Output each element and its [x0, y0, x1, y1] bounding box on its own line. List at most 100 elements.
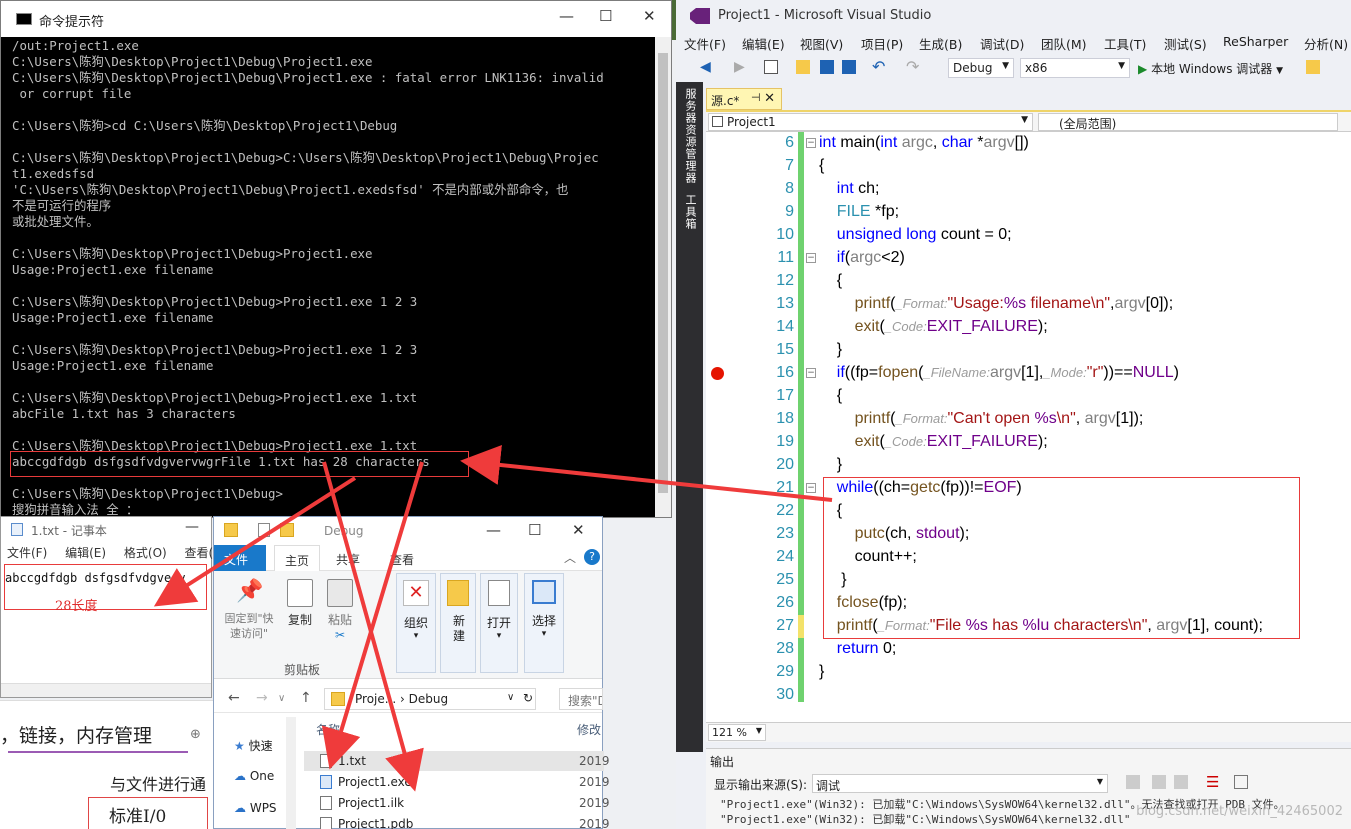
- save-icon[interactable]: [820, 60, 834, 74]
- vs-titlebar[interactable]: Project1 - Microsoft Visual Studio: [676, 0, 1351, 32]
- organize-group[interactable]: ✕ 组织 ▾: [396, 573, 436, 673]
- minimize-icon[interactable]: —: [559, 7, 574, 25]
- output-source-dropdown[interactable]: 调试 ▼: [812, 774, 1108, 793]
- collapse-ribbon-icon[interactable]: ︿: [564, 549, 576, 566]
- paste-button[interactable]: 粘贴 ✂: [320, 579, 360, 642]
- list-item[interactable]: Project1.exe 2019: [304, 772, 610, 792]
- search-input[interactable]: 搜索"D: [559, 688, 603, 710]
- cut-icon[interactable]: ✂: [320, 628, 360, 642]
- project-dropdown[interactable]: Project1 ▼: [708, 113, 1033, 131]
- prev-message-icon[interactable]: [1152, 775, 1166, 789]
- forward-icon[interactable]: ▶: [734, 59, 745, 75]
- config-dropdown[interactable]: Debug ▼: [948, 58, 1014, 78]
- help-icon[interactable]: ?: [584, 549, 600, 565]
- code-editor[interactable]: 6 7 8 9 10 11 12 13 14 15 16 17 18 19 20 21 22 23 24 25 26 27…: [706, 132, 1351, 722]
- menu-build[interactable]: 生成(B): [919, 34, 962, 53]
- menu-analyze[interactable]: 分析(N): [1304, 34, 1348, 53]
- back-icon[interactable]: ◀: [700, 59, 711, 75]
- explorer-titlebar[interactable]: Debug — ☐ ✕: [214, 517, 602, 545]
- pin-quick-access-button[interactable]: 📌 固定到"快速访问": [220, 579, 278, 641]
- up-icon[interactable]: ↑: [300, 690, 312, 706]
- tree-scrollbar[interactable]: [286, 717, 296, 829]
- recent-icon[interactable]: ∨: [278, 693, 285, 704]
- fold-toggle-icon[interactable]: −: [806, 483, 816, 493]
- cmd-window[interactable]: 命令提示符 — ☐ ✕ /out:Project1.exe C:\Users\陈狗…: [0, 0, 672, 518]
- horizontal-scrollbar[interactable]: [1, 683, 211, 697]
- column-name[interactable]: 名称: [316, 723, 340, 737]
- document-tab[interactable]: 源.c* ⊣ ✕: [706, 88, 782, 110]
- start-debugging-button[interactable]: ▶ 本地 Windows 调试器 ▼: [1138, 60, 1283, 77]
- server-explorer-tab[interactable]: 服务器资源管理器: [682, 88, 698, 184]
- list-item[interactable]: Project1.ilk 2019: [304, 793, 610, 813]
- tree-wps[interactable]: ☁ WPS: [234, 801, 277, 815]
- properties-icon[interactable]: [258, 523, 270, 537]
- chevron-down-icon[interactable]: ∨: [507, 692, 514, 703]
- save-all-icon[interactable]: [842, 60, 856, 74]
- visual-studio-window[interactable]: Project1 - Microsoft Visual Studio 文件(F)…: [676, 0, 1351, 829]
- minimize-icon[interactable]: —: [185, 519, 199, 535]
- menu-format[interactable]: 格式(O): [124, 546, 167, 560]
- tree-quick-access[interactable]: ★ 快速: [234, 737, 273, 754]
- explorer-window[interactable]: Debug — ☐ ✕ 文件 主页 共享 查看 ︿ ? 📌 固定到"快速访问" …: [213, 516, 610, 829]
- pin-icon[interactable]: ⊣: [751, 91, 761, 104]
- copy-button[interactable]: 复制: [280, 579, 320, 628]
- close-icon[interactable]: ✕: [643, 7, 656, 25]
- cmd-output[interactable]: /out:Project1.exe C:\Users\陈狗\Desktop\Pro…: [12, 38, 656, 516]
- maximize-icon[interactable]: ☐: [599, 7, 612, 25]
- open-icon[interactable]: [796, 60, 810, 74]
- redo-icon[interactable]: ↷: [906, 57, 919, 76]
- cmd-scrollbar[interactable]: [655, 37, 671, 517]
- menu-file[interactable]: 文件(F): [7, 546, 47, 560]
- next-message-icon[interactable]: [1174, 775, 1188, 789]
- zoom-dropdown[interactable]: 121 % ▼: [708, 724, 766, 741]
- cmd-titlebar[interactable]: 命令提示符 — ☐ ✕: [1, 1, 671, 37]
- minimize-icon[interactable]: —: [486, 521, 501, 539]
- scroll-thumb[interactable]: [658, 53, 668, 493]
- scope-dropdown[interactable]: (全局范围): [1038, 113, 1338, 131]
- tree-onedrive[interactable]: ☁ One: [234, 769, 274, 783]
- forward-icon[interactable]: →: [256, 690, 268, 706]
- column-modified[interactable]: 修改: [577, 721, 601, 738]
- menu-tools[interactable]: 工具(T): [1104, 34, 1146, 53]
- fold-toggle-icon[interactable]: −: [806, 253, 816, 263]
- open-group[interactable]: 打开 ▾: [480, 573, 518, 673]
- notepad-titlebar[interactable]: 1.txt - 记事本 —: [1, 517, 211, 541]
- menu-resharper[interactable]: ReSharper: [1223, 34, 1288, 49]
- menu-team[interactable]: 团队(M): [1041, 34, 1087, 53]
- find-message-icon[interactable]: [1126, 775, 1140, 789]
- maximize-icon[interactable]: ☐: [528, 521, 541, 539]
- new-item-icon[interactable]: [764, 60, 778, 74]
- toolbar-extra-icon[interactable]: [1306, 60, 1320, 74]
- back-icon[interactable]: ←: [228, 690, 240, 706]
- list-item[interactable]: Project1.pdb 2019: [304, 814, 610, 829]
- menu-edit[interactable]: 编辑(E): [65, 546, 106, 560]
- tab-view[interactable]: 查看: [380, 545, 424, 571]
- toolbox-tab[interactable]: 工具箱: [682, 194, 698, 230]
- word-wrap-icon[interactable]: [1234, 775, 1248, 789]
- plus-icon[interactable]: ⊕: [190, 727, 201, 742]
- close-icon[interactable]: ✕: [764, 91, 775, 106]
- new-group[interactable]: 新建: [440, 573, 476, 673]
- refresh-icon[interactable]: ↻: [523, 691, 533, 705]
- tab-share[interactable]: 共享: [326, 545, 370, 571]
- menu-debug[interactable]: 调试(D): [980, 34, 1024, 53]
- menu-file[interactable]: 文件(F): [684, 34, 726, 53]
- select-group[interactable]: 选择 ▾: [524, 573, 564, 673]
- menu-view[interactable]: 视图(V): [800, 34, 843, 53]
- tab-home[interactable]: 主页: [274, 545, 321, 571]
- list-item[interactable]: 1.txt 2019: [304, 751, 610, 771]
- breakpoint-icon[interactable]: [711, 367, 724, 380]
- platform-dropdown[interactable]: x86 ▼: [1020, 58, 1130, 78]
- clear-all-icon[interactable]: ☰: [1206, 773, 1219, 791]
- menu-edit[interactable]: 编辑(E): [742, 34, 785, 53]
- new-folder-icon[interactable]: [280, 523, 294, 537]
- fold-toggle-icon[interactable]: −: [806, 138, 816, 148]
- address-bar[interactable]: Proje... › Debug ∨ ↻: [324, 688, 536, 710]
- fold-toggle-icon[interactable]: −: [806, 368, 816, 378]
- undo-icon[interactable]: ↶: [872, 57, 885, 76]
- tab-file[interactable]: 文件: [214, 545, 266, 571]
- menu-project[interactable]: 项目(P): [861, 34, 903, 53]
- menu-test[interactable]: 测试(S): [1164, 34, 1207, 53]
- notepad-window[interactable]: 1.txt - 记事本 — 文件(F) 编辑(E) 格式(O) 查看(V) ab…: [0, 516, 226, 698]
- close-icon[interactable]: ✕: [572, 521, 585, 539]
